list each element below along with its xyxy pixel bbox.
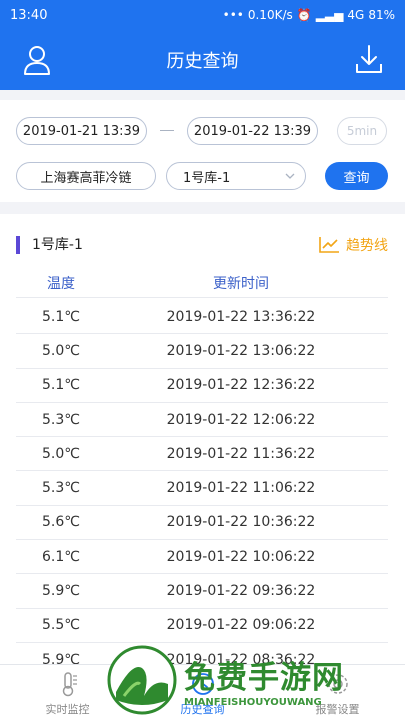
row-time: 2019-01-22 13:06:22 [166, 342, 316, 359]
header-update-time: 更新时间 [213, 275, 269, 292]
row-time: 2019-01-22 13:36:22 [166, 308, 316, 325]
table-header: 温度 更新时间 [16, 268, 388, 298]
user-profile-icon[interactable] [22, 44, 52, 76]
row-time: 2019-01-22 12:06:22 [166, 411, 316, 428]
row-time: 2019-01-22 12:36:22 [166, 377, 316, 394]
row-time: 2019-01-22 11:06:22 [166, 480, 316, 497]
row-time: 2019-01-22 09:36:22 [166, 583, 316, 600]
end-datetime-picker[interactable]: 2019-01-22 13:39 [187, 117, 318, 145]
trend-line-button[interactable]: 趋势线 [318, 235, 388, 255]
chevron-down-icon [285, 173, 295, 179]
app-bar: 历史查询 [0, 30, 405, 90]
table-body: 5.1℃ 2019-01-22 13:36:22 5.0℃ 2019-01-22 1… [16, 300, 388, 678]
interval-button[interactable]: 5min [337, 117, 387, 145]
company-select[interactable]: 上海赛高菲冷链 [16, 162, 156, 190]
row-time: 2019-01-22 09:06:22 [166, 617, 316, 634]
table-row: 5.6℃ 2019-01-22 10:36:22 [16, 506, 388, 541]
table-row: 5.3℃ 2019-01-22 12:06:22 [16, 403, 388, 438]
section-title: 1号库-1 [32, 237, 83, 253]
query-button[interactable]: 查询 [325, 162, 388, 190]
row-temperature: 5.9℃ [42, 583, 80, 600]
company-select-label: 上海赛高菲冷链 [40, 170, 132, 186]
row-temperature: 5.6℃ [42, 514, 80, 531]
start-datetime-picker[interactable]: 2019-01-21 13:39 [16, 117, 147, 145]
network-speed: 0.10K/s [247, 8, 293, 22]
status-bar: 13:40 ••• 0.10K/s ⏰ ▂▃▅ 4G 81% [0, 0, 405, 30]
watermark-title: 免费手游网 [184, 660, 344, 696]
status-right: ••• 0.10K/s ⏰ ▂▃▅ 4G 81% [223, 8, 395, 22]
range-separator [160, 130, 174, 131]
row-temperature: 5.3℃ [42, 480, 80, 497]
row-temperature: 6.1℃ [42, 548, 80, 565]
table-row: 5.9℃ 2019-01-22 09:36:22 [16, 574, 388, 609]
watermark-subtitle: MIANFEISHOUYOUWANG [184, 697, 322, 708]
row-time: 2019-01-22 10:06:22 [166, 548, 316, 565]
row-time: 2019-01-22 11:36:22 [166, 445, 316, 462]
row-temperature: 5.1℃ [42, 377, 80, 394]
row-temperature: 5.3℃ [42, 411, 80, 428]
more-dots-icon: ••• [222, 8, 244, 22]
row-time: 2019-01-22 10:36:22 [166, 514, 316, 531]
table-row: 5.1℃ 2019-01-22 13:36:22 [16, 300, 388, 335]
table-row: 6.1℃ 2019-01-22 10:06:22 [16, 540, 388, 575]
table-row: 5.0℃ 2019-01-22 11:36:22 [16, 437, 388, 472]
row-temperature: 5.0℃ [42, 445, 80, 462]
row-temperature: 5.5℃ [42, 617, 80, 634]
thermometer-icon [62, 672, 77, 697]
table-row: 5.3℃ 2019-01-22 11:06:22 [16, 471, 388, 506]
section-accent-bar [16, 236, 20, 254]
site-watermark: 免费手游网 MIANFEISHOUYOUWANG [106, 640, 405, 720]
table-row: 5.0℃ 2019-01-22 13:06:22 [16, 334, 388, 369]
warehouse-select[interactable]: 1号库-1 [166, 162, 306, 190]
tab-label: 实时监控 [45, 703, 90, 716]
battery-level: 81% [368, 8, 395, 22]
trend-line-label: 趋势线 [346, 238, 388, 254]
network-type: 4G [347, 8, 365, 22]
alarm-clock-icon: ⏰ [296, 8, 312, 22]
trend-chart-icon [319, 237, 339, 253]
warehouse-select-label: 1号库-1 [183, 170, 231, 186]
watermark-logo [107, 645, 177, 715]
header-temperature: 温度 [47, 275, 75, 292]
status-time: 13:40 [10, 7, 48, 23]
signal-icon: ▂▃▅ [315, 8, 344, 22]
page-title: 历史查询 [166, 51, 239, 72]
table-row: 5.1℃ 2019-01-22 12:36:22 [16, 369, 388, 403]
table-row: 5.5℃ 2019-01-22 09:06:22 [16, 609, 388, 643]
row-temperature: 5.0℃ [42, 342, 80, 359]
watermark-text: 免费手游网 MIANFEISHOUYOUWANG [184, 652, 344, 708]
row-temperature: 5.1℃ [42, 308, 80, 325]
download-icon[interactable] [355, 44, 383, 74]
